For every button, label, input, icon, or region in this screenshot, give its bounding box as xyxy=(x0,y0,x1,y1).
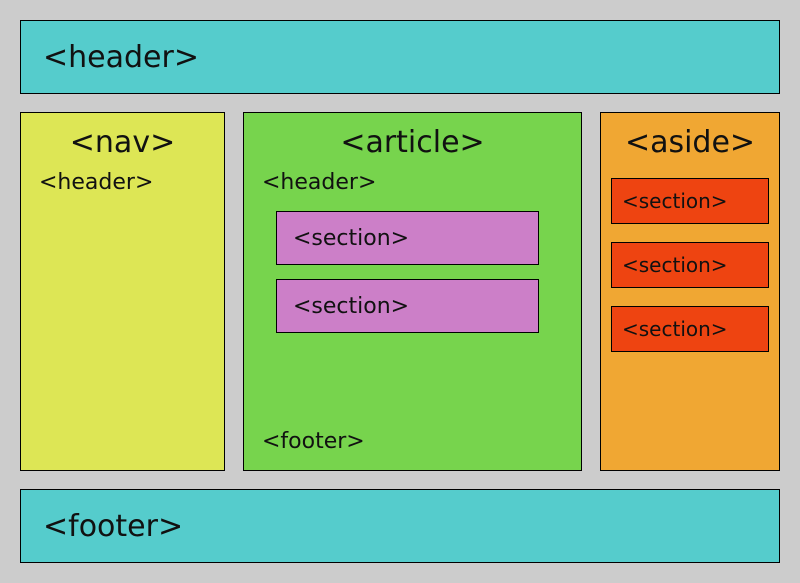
article-footer-label: <footer> xyxy=(258,429,567,458)
middle-row: <nav> <header> <article> <header> <secti… xyxy=(20,112,780,471)
aside-section: <section> xyxy=(611,178,769,224)
article-section-label: <section> xyxy=(293,294,409,319)
aside-sections: <section> <section> <section> xyxy=(611,178,769,352)
aside-section-label: <section> xyxy=(622,189,728,213)
article-section: <section> xyxy=(276,279,539,333)
page-header-label: <header> xyxy=(43,40,199,75)
article-header-label: <header> xyxy=(258,170,567,195)
article-sections: <section> <section> xyxy=(276,211,539,333)
nav-header-label: <header> xyxy=(35,170,210,195)
aside-section-label: <section> xyxy=(622,317,728,341)
semantic-layout-diagram: <header> <nav> <header> <article> <heade… xyxy=(20,20,780,563)
nav-title: <nav> xyxy=(35,125,210,160)
page-header-box: <header> xyxy=(20,20,780,94)
aside-section-label: <section> xyxy=(622,253,728,277)
nav-box: <nav> <header> xyxy=(20,112,225,471)
article-section: <section> xyxy=(276,211,539,265)
aside-section: <section> xyxy=(611,306,769,352)
article-title: <article> xyxy=(258,125,567,160)
article-box: <article> <header> <section> <section> <… xyxy=(243,112,582,471)
page-footer-box: <footer> xyxy=(20,489,780,563)
aside-title: <aside> xyxy=(611,125,769,160)
article-section-label: <section> xyxy=(293,226,409,251)
page-footer-label: <footer> xyxy=(43,509,183,544)
aside-box: <aside> <section> <section> <section> xyxy=(600,112,780,471)
aside-section: <section> xyxy=(611,242,769,288)
